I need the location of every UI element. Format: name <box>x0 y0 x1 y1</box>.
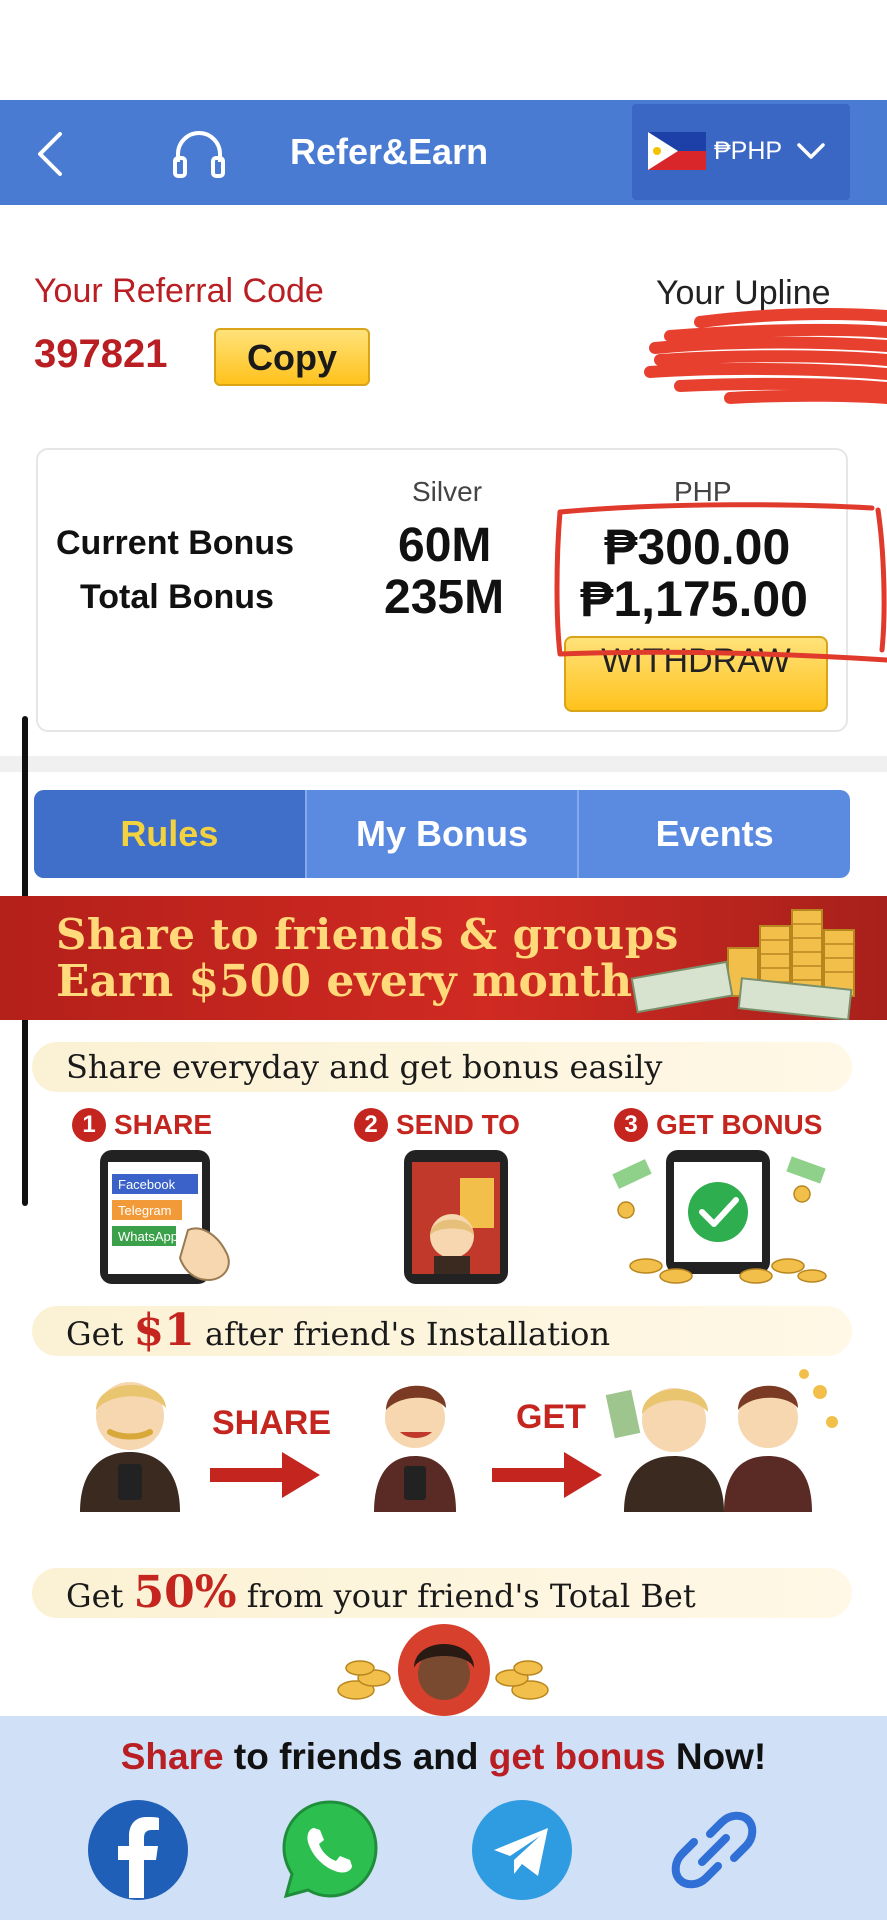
rule-installation-bonus: Get $1 after friend's Installation <box>32 1306 852 1356</box>
silver-column-header: Silver <box>412 476 483 507</box>
copy-button[interactable]: Copy <box>214 328 370 386</box>
back-chevron-icon[interactable] <box>30 128 70 180</box>
chevron-down-icon <box>797 143 825 159</box>
rule-text: Get <box>66 1577 134 1615</box>
coins-with-woman-illustration <box>337 1624 549 1716</box>
telegram-icon[interactable] <box>470 1798 574 1902</box>
redaction-scribble <box>644 308 887 404</box>
red-highlight-marker <box>554 502 887 663</box>
headset-icon[interactable] <box>170 128 228 180</box>
rule-total-bet-bonus: Get 50% from your friend's Total Bet <box>32 1568 852 1618</box>
cta-text: Now! <box>665 1736 767 1777</box>
phone-share-apps-illustration: Facebook Telegram WhatsApp <box>100 1150 230 1284</box>
step-number: 2 <box>354 1108 388 1142</box>
rule-amount: $1 <box>133 1305 195 1356</box>
step-number: 3 <box>614 1108 648 1142</box>
phone-send-to-illustration <box>404 1150 508 1284</box>
total-bonus-silver: 235M <box>384 571 505 624</box>
step-get-bonus: 3 GET BONUS <box>614 1108 822 1142</box>
step-number: 1 <box>72 1108 106 1142</box>
banner-subheadline: Earn $500 every month <box>56 956 633 1007</box>
share-arrow-label: SHARE <box>212 1404 332 1442</box>
share-call-to-action: Share to friends and get bonus Now! <box>0 1736 887 1778</box>
tab-rules[interactable]: Rules <box>34 790 307 878</box>
banner-headline: Share to friends & groups <box>56 910 679 959</box>
cta-text-share: Share <box>120 1736 224 1777</box>
referral-code-value: 397821 <box>34 332 168 376</box>
brown-hair-man-with-phone-illustration <box>374 1385 456 1512</box>
whatsapp-icon[interactable] <box>278 1798 382 1902</box>
tab-bar: Rules My Bonus Events <box>34 790 850 878</box>
two-men-celebrating-illustration <box>605 1369 838 1512</box>
phone-get-bonus-illustration <box>612 1150 827 1284</box>
total-bonus-label: Total Bonus <box>80 578 274 616</box>
app-facebook-label: Facebook <box>118 1177 176 1192</box>
rule-text: after friend's Installation <box>194 1315 611 1353</box>
current-bonus-label: Current Bonus <box>56 524 294 562</box>
cta-text: to friends and <box>223 1736 489 1777</box>
cta-text-get-bonus: get bonus <box>488 1736 666 1777</box>
rule-amount: 50% <box>133 1567 237 1618</box>
section-divider <box>0 756 887 772</box>
facebook-icon[interactable] <box>86 1798 190 1902</box>
step-share: 1 SHARE <box>72 1108 212 1142</box>
philippines-flag-icon <box>648 132 706 170</box>
red-arrow-right-icon <box>492 1452 602 1498</box>
page-title: Refer&Earn <box>290 131 489 172</box>
referral-code-label: Your Referral Code <box>34 272 324 310</box>
link-icon[interactable] <box>662 1798 766 1902</box>
get-arrow-label: GET <box>516 1398 586 1436</box>
tab-events[interactable]: Events <box>579 790 850 878</box>
red-arrow-right-icon <box>210 1452 320 1498</box>
step-label: SHARE <box>114 1109 213 1140</box>
step-label: SEND TO <box>396 1109 520 1140</box>
rule-share-everyday: Share everyday and get bonus easily <box>32 1042 852 1092</box>
step-label: GET BONUS <box>656 1109 823 1140</box>
blonde-man-with-phone-illustration <box>80 1382 180 1512</box>
rule-text: from your friend's Total Bet <box>236 1577 696 1615</box>
step-send-to: 2 SEND TO <box>354 1108 520 1142</box>
current-bonus-silver: 60M <box>398 519 492 572</box>
app-whatsapp-label: WhatsApp <box>118 1229 178 1244</box>
app-telegram-label: Telegram <box>118 1203 171 1218</box>
tab-my-bonus[interactable]: My Bonus <box>307 790 580 878</box>
currency-label: ₱PHP <box>714 137 783 165</box>
coins-and-cash-illustration <box>630 909 855 1020</box>
rule-text: Get <box>66 1315 134 1353</box>
